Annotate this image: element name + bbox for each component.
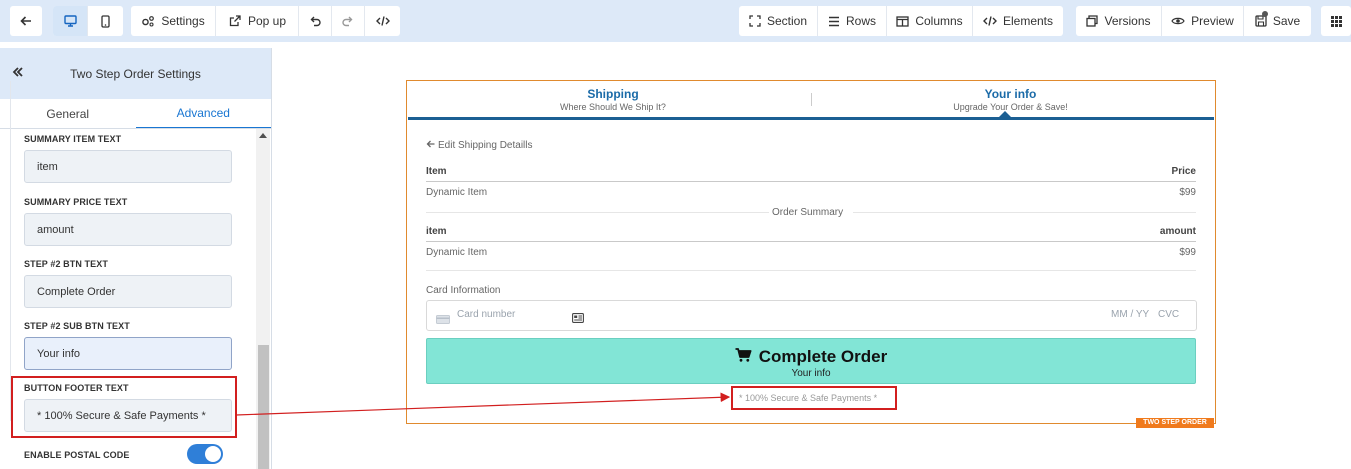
annotation-arrow: [235, 392, 731, 416]
